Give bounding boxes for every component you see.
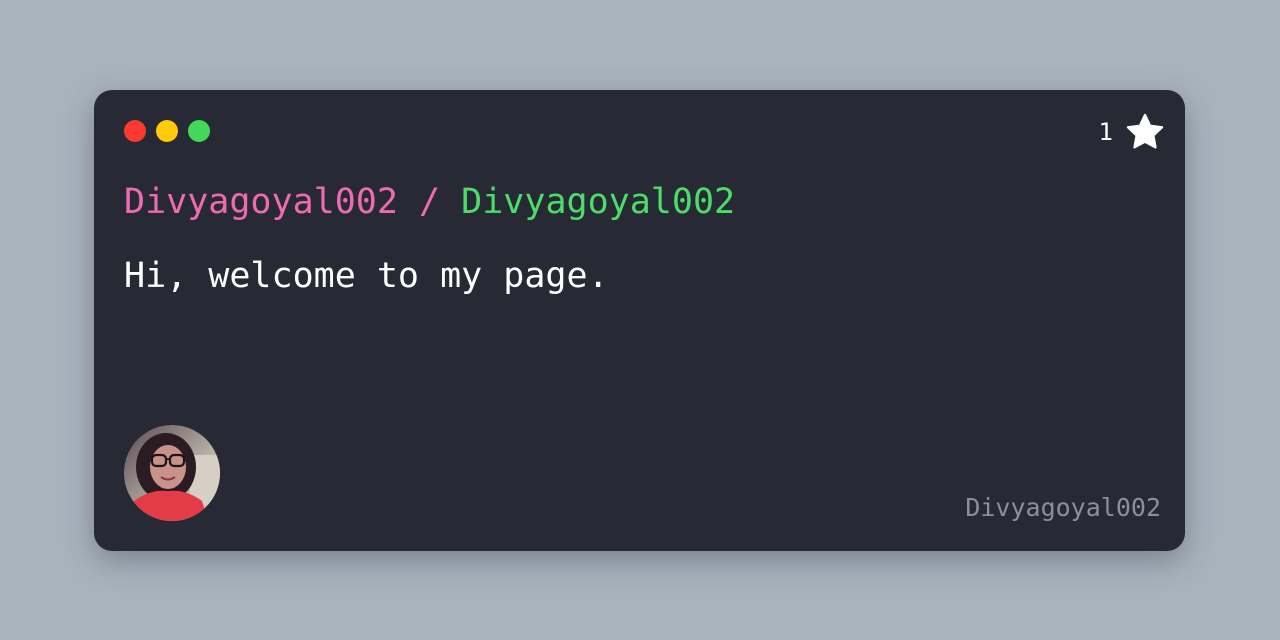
star-icon	[1125, 112, 1165, 152]
repo-description: Hi, welcome to my page.	[124, 256, 609, 296]
maximize-dot[interactable]	[188, 120, 210, 142]
repo-owner-link[interactable]: Divyagoyal002	[124, 182, 398, 222]
repo-path: Divyagoyal002 / Divyagoyal002	[124, 178, 735, 226]
repo-card: 1 Divyagoyal002 / Divyagoyal002 Hi, welc…	[94, 90, 1185, 551]
star-count: 1	[1098, 118, 1113, 146]
user-avatar[interactable]	[124, 425, 220, 521]
minimize-dot[interactable]	[156, 120, 178, 142]
footer-username: Divyagoyal002	[965, 493, 1161, 522]
close-dot[interactable]	[124, 120, 146, 142]
repo-name-link[interactable]: Divyagoyal002	[461, 182, 735, 222]
window-controls	[124, 120, 210, 142]
path-separator: /	[397, 182, 462, 222]
star-counter[interactable]: 1	[1099, 112, 1165, 152]
